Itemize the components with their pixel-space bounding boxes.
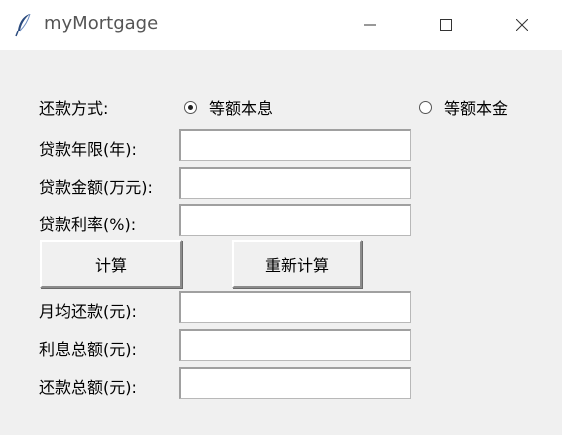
total-repayment-output[interactable] (179, 367, 411, 399)
calculate-button[interactable]: 计算 (40, 240, 182, 288)
radio-equal-principal[interactable]: 等额本金 (419, 95, 508, 119)
minimize-button[interactable] (350, 8, 390, 42)
radio-equal-installment[interactable]: 等额本息 (184, 95, 273, 119)
maximize-icon (440, 19, 452, 31)
loan-amount-label: 贷款金额(万元): (39, 178, 153, 197)
title-bar: myMortgage (0, 0, 562, 50)
window-title: myMortgage (44, 13, 159, 34)
repayment-method-label: 还款方式: (39, 99, 109, 118)
minimize-icon (364, 24, 376, 26)
monthly-payment-label: 月均还款(元): (39, 302, 137, 321)
radio-button-selected[interactable] (184, 100, 197, 114)
radio-label: 等额本息 (209, 99, 274, 118)
radio-label: 等额本金 (444, 99, 509, 118)
close-icon (516, 19, 528, 31)
feather-icon (14, 13, 34, 37)
recalculate-button[interactable]: 重新计算 (232, 240, 362, 288)
total-repayment-label: 还款总额(元): (39, 378, 137, 397)
maximize-button[interactable] (426, 8, 466, 42)
loan-rate-input[interactable] (179, 204, 411, 236)
loan-years-label: 贷款年限(年): (39, 140, 137, 159)
loan-years-input[interactable] (179, 129, 411, 161)
total-interest-output[interactable] (179, 329, 411, 361)
close-button[interactable] (502, 8, 542, 42)
loan-amount-input[interactable] (179, 167, 411, 199)
total-interest-label: 利息总额(元): (39, 340, 137, 359)
radio-button-unselected[interactable] (419, 100, 432, 114)
loan-rate-label: 贷款利率(%): (39, 215, 137, 234)
monthly-payment-output[interactable] (179, 291, 411, 323)
